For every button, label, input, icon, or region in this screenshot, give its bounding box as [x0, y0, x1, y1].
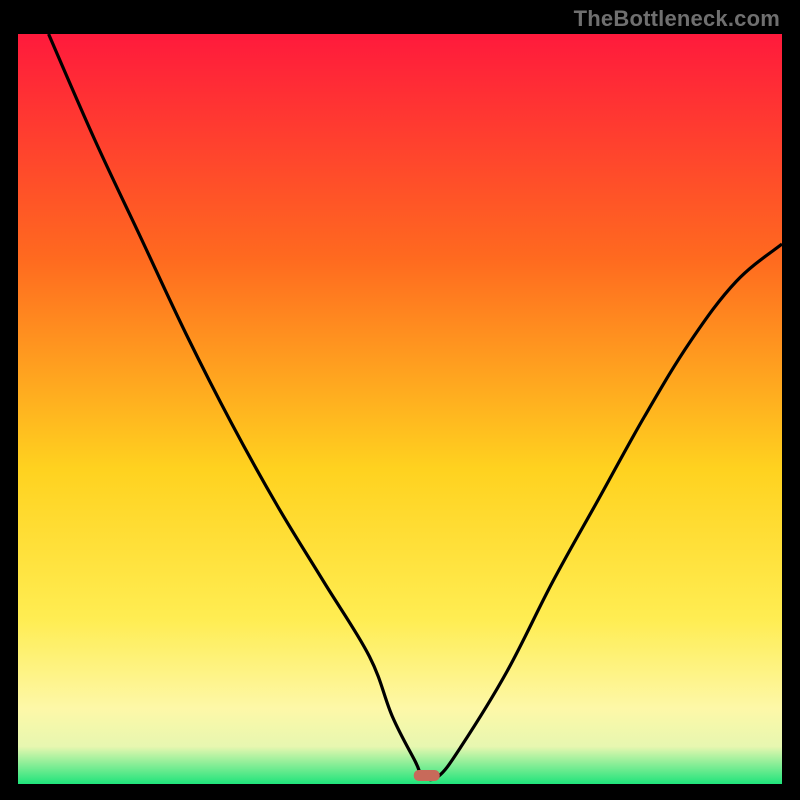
- bottleneck-chart: [18, 34, 782, 784]
- plot-area: [18, 34, 782, 784]
- chart-frame: TheBottleneck.com: [0, 0, 800, 800]
- attribution-label: TheBottleneck.com: [574, 6, 780, 32]
- gradient-background: [18, 34, 782, 784]
- optimal-marker: [414, 770, 440, 781]
